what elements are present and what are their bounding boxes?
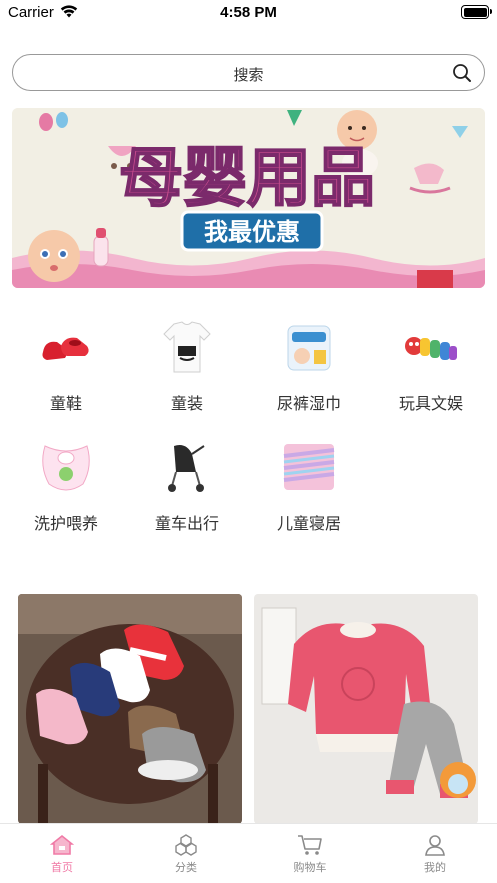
caterpillar-toy-image xyxy=(405,337,457,360)
home-icon xyxy=(50,834,74,855)
tab-home[interactable]: 首页 xyxy=(0,824,124,883)
battery-icon xyxy=(461,5,492,19)
tab-label: 购物车 xyxy=(293,862,327,874)
search-bar[interactable]: 搜索 xyxy=(12,54,485,91)
tab-label: 分类 xyxy=(175,862,197,874)
category-label: 童鞋 xyxy=(49,396,82,413)
category-label: 尿裤湿巾 xyxy=(276,396,341,413)
search-placeholder: 搜索 xyxy=(233,67,264,84)
kids-tshirt-image xyxy=(163,321,211,373)
product-image-sweater xyxy=(254,594,478,824)
tab-bar: 首页 分类 购物车 我的 xyxy=(0,823,497,883)
search-icon[interactable] xyxy=(452,63,472,88)
tab-label: 首页 xyxy=(51,862,73,874)
status-time: 4:58 PM xyxy=(220,4,277,21)
bib-image xyxy=(42,445,90,491)
cart-icon xyxy=(298,835,322,855)
status-bar: Carrier 4:58 PM xyxy=(0,0,497,26)
banner-headline: 母婴用品 xyxy=(119,142,375,216)
category-item-shoes[interactable]: 童鞋 xyxy=(11,316,121,414)
tab-label: 我的 xyxy=(424,862,446,874)
banner-subline: 我最优惠 xyxy=(204,218,300,246)
banner-artwork: 母婴用品 我最优惠 xyxy=(12,108,485,288)
category-label: 儿童寝居 xyxy=(276,516,341,533)
category-item-diapers[interactable]: 尿裤湿巾 xyxy=(254,316,364,414)
profile-icon xyxy=(425,835,445,856)
product-card-sweater[interactable] xyxy=(254,594,478,824)
stroller-image xyxy=(168,445,205,492)
diaper-pack-image xyxy=(287,325,331,371)
category-label: 洗护喂养 xyxy=(33,516,98,533)
category-item-toys[interactable]: 玩具文娱 xyxy=(376,316,486,414)
category-item-clothing[interactable]: 童装 xyxy=(132,316,242,414)
product-image-shoes xyxy=(18,594,242,824)
category-item-strollers[interactable]: 童车出行 xyxy=(132,436,242,534)
tab-category[interactable]: 分类 xyxy=(124,824,248,883)
blanket-image xyxy=(283,444,335,490)
category-label: 童车出行 xyxy=(154,516,219,533)
tab-cart[interactable]: 购物车 xyxy=(248,824,372,883)
promo-banner[interactable]: 母婴用品 我最优惠 xyxy=(12,108,485,288)
category-item-bedding[interactable]: 儿童寝居 xyxy=(254,436,364,534)
tab-profile[interactable]: 我的 xyxy=(373,824,497,883)
category-icon xyxy=(175,834,197,856)
category-item-feeding[interactable]: 洗护喂养 xyxy=(11,436,121,534)
product-card-shoes[interactable] xyxy=(18,594,242,824)
baby-shoes-image xyxy=(42,337,89,360)
category-label: 玩具文娱 xyxy=(398,396,463,413)
category-label: 童装 xyxy=(170,396,203,413)
